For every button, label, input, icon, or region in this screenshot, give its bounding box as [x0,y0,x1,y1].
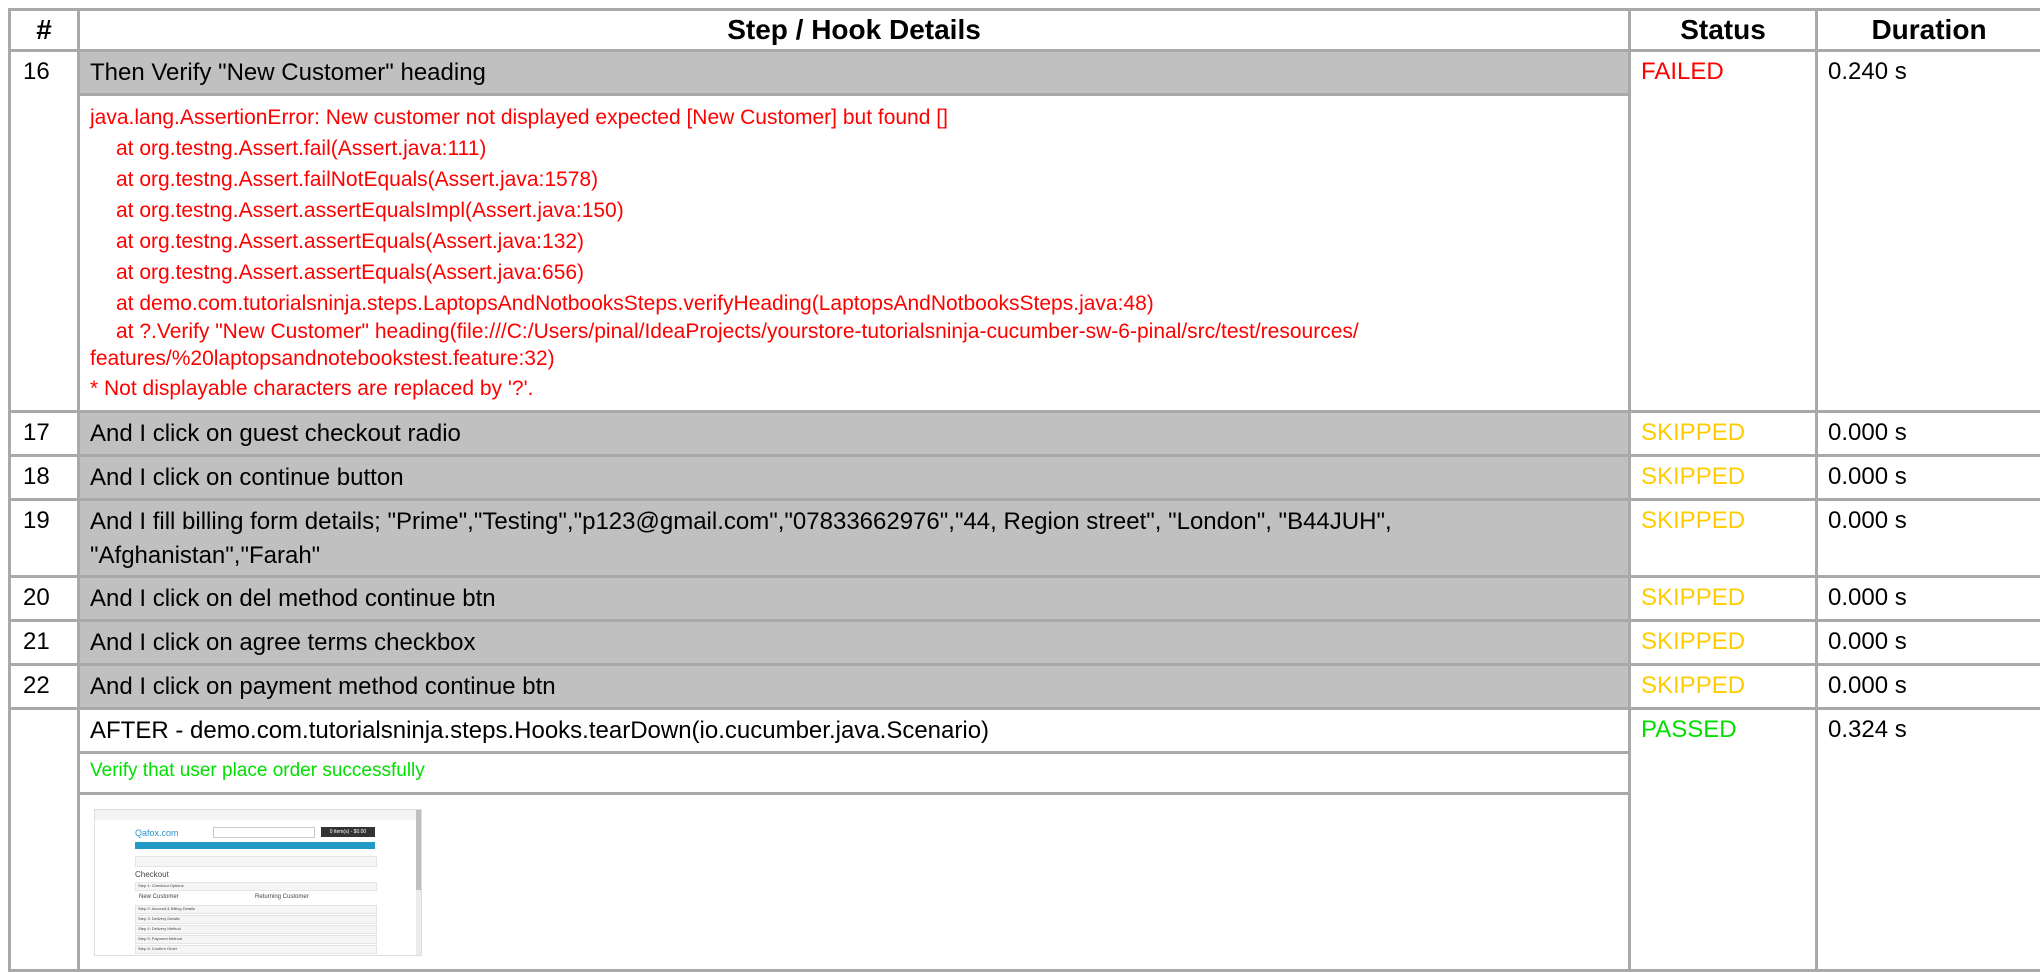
thumb-panel: Step 1: Checkout Options [135,882,377,891]
thumb-panel: Step 3: Delivery Details [135,915,377,924]
status-skipped: SKIPPED [1630,412,1817,456]
col-header-duration: Duration [1817,10,2040,51]
table-row: 20 And I click on del method continue bt… [10,577,2040,621]
thumb-heading: Checkout [135,870,169,879]
error-note: * Not displayable characters are replace… [90,373,1618,404]
thumb-topbar [95,810,421,820]
table-row: 21 And I click on agree terms checkbox S… [10,621,2040,665]
status-skipped: SKIPPED [1630,500,1817,577]
hook-text: AFTER - demo.com.tutorialsninja.steps.Ho… [80,710,1628,751]
duration-value: 0.000 s [1817,412,2040,456]
thumb-search-box [213,827,315,838]
thumb-cart-button: 0 item(s) - $0.00 [321,827,375,837]
stack-line-wrap: features/%20laptopsandnotebookstest.feat… [90,345,1618,373]
step-details-cell: And I click on agree terms checkbox [79,621,1630,665]
thumb-panel-label: Step 6: Confirm Order [138,946,177,951]
hook-details-cell: AFTER - demo.com.tutorialsninja.steps.Ho… [79,709,1630,971]
duration-value: 0.000 s [1817,456,2040,500]
duration-value: 0.000 s [1817,577,2040,621]
thumb-returning-customer: Returning Customer [255,894,309,900]
thumb-menu-bar [135,842,375,849]
step-details-cell: And I click on del method continue btn [79,577,1630,621]
stack-line: at org.testng.Assert.assertEqualsImpl(As… [90,195,1618,226]
row-number: 17 [10,412,79,456]
status-skipped: SKIPPED [1630,621,1817,665]
table-row: 17 And I click on guest checkout radio S… [10,412,2040,456]
status-failed: FAILED [1630,51,1817,412]
thumb-panel-label: Step 2: Account & Billing Details [138,906,195,911]
screenshot-container: Qafox.com 0 item(s) - $0.00 Checkout Ste… [80,792,1628,969]
header-row: # Step / Hook Details Status Duration [10,10,2040,51]
step-details-cell: And I click on payment method continue b… [79,665,1630,709]
step-text: And I click on guest checkout radio [80,413,1628,454]
thumb-panel-label: Step 4: Delivery Method [138,926,181,931]
thumb-new-customer: New Customer [139,894,179,900]
error-message: java.lang.AssertionError: New customer n… [90,102,1618,133]
thumb-panel: Step 2: Account & Billing Details [135,905,377,914]
row-number: 20 [10,577,79,621]
status-skipped: SKIPPED [1630,665,1817,709]
duration-value: 0.240 s [1817,51,2040,412]
row-number: 18 [10,456,79,500]
stack-line: at org.testng.Assert.assertEquals(Assert… [90,257,1618,288]
row-number: 19 [10,500,79,577]
step-details-cell: And I click on continue button [79,456,1630,500]
status-skipped: SKIPPED [1630,456,1817,500]
thumb-panel: Step 6: Confirm Order [135,945,377,954]
thumb-panel-label: Step 3: Delivery Details [138,916,180,921]
error-stacktrace: java.lang.AssertionError: New customer n… [80,93,1628,410]
step-details-cell: And I fill billing form details; "Prime"… [79,500,1630,577]
thumb-panel-label: Step 5: Payment Method [138,936,182,941]
thumb-panel: Step 4: Delivery Method [135,925,377,934]
report-table: # Step / Hook Details Status Duration 16… [8,8,2040,972]
col-header-details: Step / Hook Details [79,10,1630,51]
row-number: 21 [10,621,79,665]
duration-value: 0.324 s [1817,709,2040,971]
thumb-scrollbar [416,810,421,955]
step-text: And I click on continue button [80,457,1628,498]
status-passed: PASSED [1630,709,1817,971]
table-row: 16 Then Verify "New Customer" heading ja… [10,51,2040,412]
table-row: 22 And I click on payment method continu… [10,665,2040,709]
step-details-cell: Then Verify "New Customer" heading java.… [79,51,1630,412]
thumb-panel-label: Step 1: Checkout Options [138,883,184,888]
step-text: And I click on agree terms checkbox [80,622,1628,663]
hook-message: Verify that user place order successfull… [80,751,1628,792]
row-number: 16 [10,51,79,412]
table-row: 19 And I fill billing form details; "Pri… [10,500,2040,577]
thumb-logo: Qafox.com [135,828,179,838]
thumb-panel: Step 5: Payment Method [135,935,377,944]
thumb-scrollbar-thumb [416,810,421,890]
table-row: 18 And I click on continue button SKIPPE… [10,456,2040,500]
screenshot-thumbnail[interactable]: Qafox.com 0 item(s) - $0.00 Checkout Ste… [94,809,422,956]
col-header-status: Status [1630,10,1817,51]
step-text: And I click on del method continue btn [80,578,1628,619]
stack-line: at demo.com.tutorialsninja.steps.Laptops… [90,288,1618,319]
status-skipped: SKIPPED [1630,577,1817,621]
stack-line: at ?.Verify "New Customer" heading(file:… [90,319,1618,345]
stack-line: at org.testng.Assert.assertEquals(Assert… [90,226,1618,257]
step-text: Then Verify "New Customer" heading [80,52,1628,93]
duration-value: 0.000 s [1817,500,2040,577]
duration-value: 0.000 s [1817,665,2040,709]
col-header-num: # [10,10,79,51]
stack-line: at org.testng.Assert.fail(Assert.java:11… [90,133,1618,164]
step-text: And I fill billing form details; "Prime"… [80,501,1628,575]
step-details-cell: And I click on guest checkout radio [79,412,1630,456]
duration-value: 0.000 s [1817,621,2040,665]
table-row: AFTER - demo.com.tutorialsninja.steps.Ho… [10,709,2040,971]
row-number: 22 [10,665,79,709]
thumb-breadcrumb [135,856,377,867]
step-text: And I click on payment method continue b… [80,666,1628,707]
stack-line: at org.testng.Assert.failNotEquals(Asser… [90,164,1618,195]
row-number [10,709,79,971]
